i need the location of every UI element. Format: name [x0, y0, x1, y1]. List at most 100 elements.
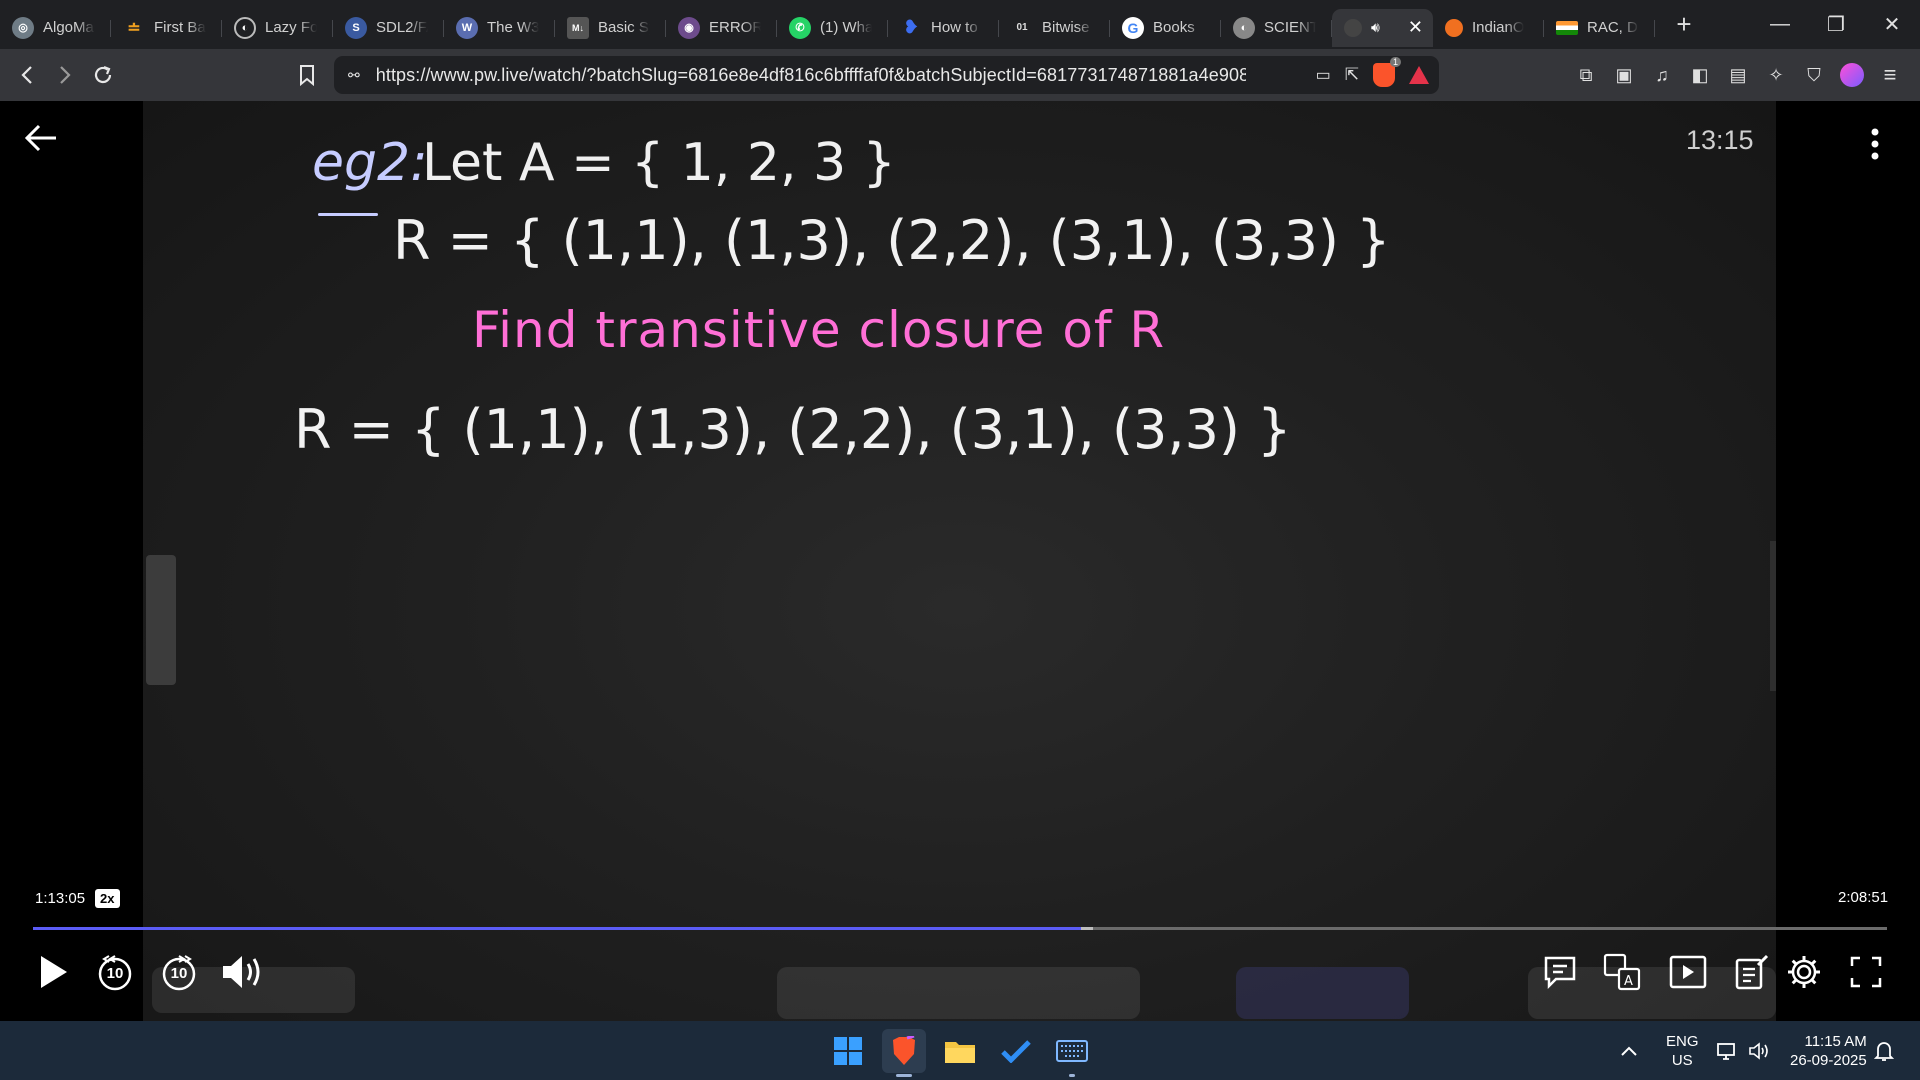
tab-lazy-foo[interactable]: ◐ Lazy Foo: [222, 9, 333, 47]
chat-button[interactable]: [1540, 952, 1580, 992]
clock-time: 11:15 AM: [1804, 1033, 1867, 1050]
start-button[interactable]: [826, 1029, 870, 1073]
tab-rac[interactable]: RAC, DI: [1544, 9, 1655, 47]
cast-icon[interactable]: ▭: [1316, 65, 1331, 85]
globe-favicon-icon: ◐: [234, 16, 256, 39]
sidebar-toggle-icon[interactable]: ◧: [1688, 63, 1712, 87]
tab-algomaster[interactable]: ◎ AlgoMaster: [0, 9, 111, 47]
sdl-favicon-icon: S: [345, 16, 367, 39]
brave-shields-icon[interactable]: 1: [1373, 57, 1401, 87]
media-music-icon[interactable]: ♫: [1650, 63, 1674, 87]
close-tab-icon[interactable]: ✕: [1408, 17, 1423, 38]
chevron-left-icon: [21, 66, 32, 84]
tab-basic-syntax[interactable]: M↓ Basic Syntax: [555, 9, 666, 47]
extensions-puzzle-icon[interactable]: ⧉: [1574, 63, 1598, 87]
tab-title: AlgoMaster: [43, 19, 95, 36]
tab-sdl2[interactable]: S SDL2/FAQ: [333, 9, 444, 47]
forward-label: 10: [170, 965, 188, 982]
forward-10-button[interactable]: 10: [160, 952, 198, 992]
tray-status-icons[interactable]: [1716, 1021, 1770, 1080]
address-bar[interactable]: ⚯ https://www.pw.live/watch/?batchSlug=6…: [334, 56, 1439, 94]
wallet-icon[interactable]: ▤: [1726, 63, 1750, 87]
tab-title: IndianOil: [1472, 19, 1524, 36]
tab-title: Bitwise: [1042, 19, 1090, 36]
tray-overflow-button[interactable]: [1620, 1021, 1638, 1080]
taskbar-file-explorer[interactable]: [938, 1029, 982, 1073]
current-time: 1:13:05 2x: [35, 889, 120, 908]
new-tab-button[interactable]: +: [1669, 9, 1699, 40]
chat-icon: [1544, 956, 1576, 990]
tab-title: SDL2/FAQ: [376, 19, 428, 36]
minimize-button[interactable]: —: [1752, 0, 1808, 49]
leo-ai-icon[interactable]: ✧: [1764, 63, 1788, 87]
brave-rewards-icon[interactable]: [1409, 66, 1429, 84]
forward-button[interactable]: [46, 56, 84, 94]
reader-mode-icon[interactable]: ▣: [1612, 63, 1636, 87]
brave-logo-icon: [893, 1036, 915, 1065]
taskbar-brave-browser[interactable]: [882, 1029, 926, 1077]
windows-taskbar: ENG US 11:15 AM 26-09-2025: [0, 1021, 1920, 1080]
bookmark-favicon-icon: ❥: [903, 17, 919, 37]
seek-bar[interactable]: [33, 927, 1887, 930]
clock-date: 26-09-2025: [1790, 1052, 1867, 1069]
tab-error[interactable]: ◉ ERROR: [666, 9, 777, 47]
example-underline: [318, 213, 378, 216]
system-clock[interactable]: 11:15 AM 26-09-2025: [1790, 1032, 1867, 1070]
vpn-shield-icon[interactable]: ⛉: [1802, 63, 1826, 87]
close-window-button[interactable]: ✕: [1864, 0, 1920, 49]
notes-icon: [1735, 954, 1769, 990]
share-icon[interactable]: ⇱: [1345, 65, 1359, 85]
rewind-10-button[interactable]: 10: [96, 952, 134, 992]
reload-icon: [94, 65, 112, 84]
play-button[interactable]: [34, 950, 74, 994]
taskbar-touch-keyboard[interactable]: [1050, 1029, 1094, 1077]
notes-button[interactable]: [1732, 952, 1772, 992]
tab-how-to[interactable]: ❥ How to: [888, 9, 999, 47]
tab-title: ERROR: [709, 19, 761, 36]
tab-title: Books: [1153, 19, 1195, 36]
svg-text:A: A: [1624, 974, 1633, 989]
bitwise-favicon-icon: 01: [1016, 22, 1028, 33]
tab-w3[interactable]: W The W3C: [444, 9, 555, 47]
restore-button[interactable]: ❐: [1808, 0, 1864, 49]
volume-button[interactable]: [220, 952, 266, 992]
tab-scient[interactable]: ◐ SCIENT: [1221, 9, 1332, 47]
player-back-button[interactable]: [24, 123, 58, 158]
translate-icon: A: [1603, 953, 1641, 991]
left-panel-handle[interactable]: [146, 555, 176, 685]
taskbar-todo[interactable]: [994, 1029, 1038, 1073]
fullscreen-button[interactable]: [1848, 954, 1884, 990]
algomaster-favicon-icon: ◎: [12, 16, 34, 39]
tab-pw-active[interactable]: 🔊︎ ✕: [1332, 8, 1433, 47]
tab-whatsapp[interactable]: ✆ (1) WhatsApp: [777, 9, 888, 47]
bell-icon: [1874, 1041, 1894, 1061]
settings-button[interactable]: [1784, 952, 1824, 992]
reload-button[interactable]: [84, 56, 122, 94]
audio-playing-icon[interactable]: 🔊︎: [1371, 19, 1380, 36]
windows-logo-icon: [834, 1037, 862, 1065]
menu-hamburger-icon[interactable]: ≡: [1878, 62, 1902, 87]
playlist-button[interactable]: [1668, 952, 1708, 992]
translate-button[interactable]: A: [1602, 952, 1642, 992]
tab-indianoil[interactable]: IndianOil: [1433, 9, 1544, 47]
relation-line: R = { (1,1), (1,3), (2,2), (3,1), (3,3) …: [393, 209, 1391, 272]
tab-bitwise[interactable]: 01 Bitwise: [999, 9, 1110, 47]
tab-first-bad-version[interactable]: ≐ First Bad Version: [111, 9, 222, 47]
input-language[interactable]: ENG US: [1666, 1032, 1699, 1070]
playback-speed-badge[interactable]: 2x: [95, 889, 120, 908]
url-text[interactable]: https://www.pw.live/watch/?batchSlug=681…: [376, 65, 1246, 86]
profile-avatar-icon[interactable]: [1840, 63, 1864, 87]
site-settings-icon[interactable]: ⚯: [348, 67, 360, 84]
board-timestamp: 13:15: [1686, 125, 1754, 155]
extension-area: ⧉ ▣ ♫ ◧ ▤ ✧ ⛉ ≡: [1574, 49, 1902, 101]
notifications-button[interactable]: [1874, 1021, 1894, 1080]
chevron-up-icon: [1621, 1046, 1637, 1056]
more-options-button[interactable]: [1871, 127, 1879, 166]
tab-books[interactable]: G Books: [1110, 9, 1221, 47]
set-definition-line: Let A = { 1, 2, 3 }: [422, 133, 896, 193]
bookmark-button[interactable]: [288, 56, 326, 94]
video-player[interactable]: 13:15 eg2: Let A = { 1, 2, 3 } R = { (1,…: [0, 101, 1920, 1021]
seek-bar-buffered: [1080, 927, 1094, 930]
back-button[interactable]: [8, 56, 46, 94]
example-label: eg2:: [312, 133, 428, 193]
